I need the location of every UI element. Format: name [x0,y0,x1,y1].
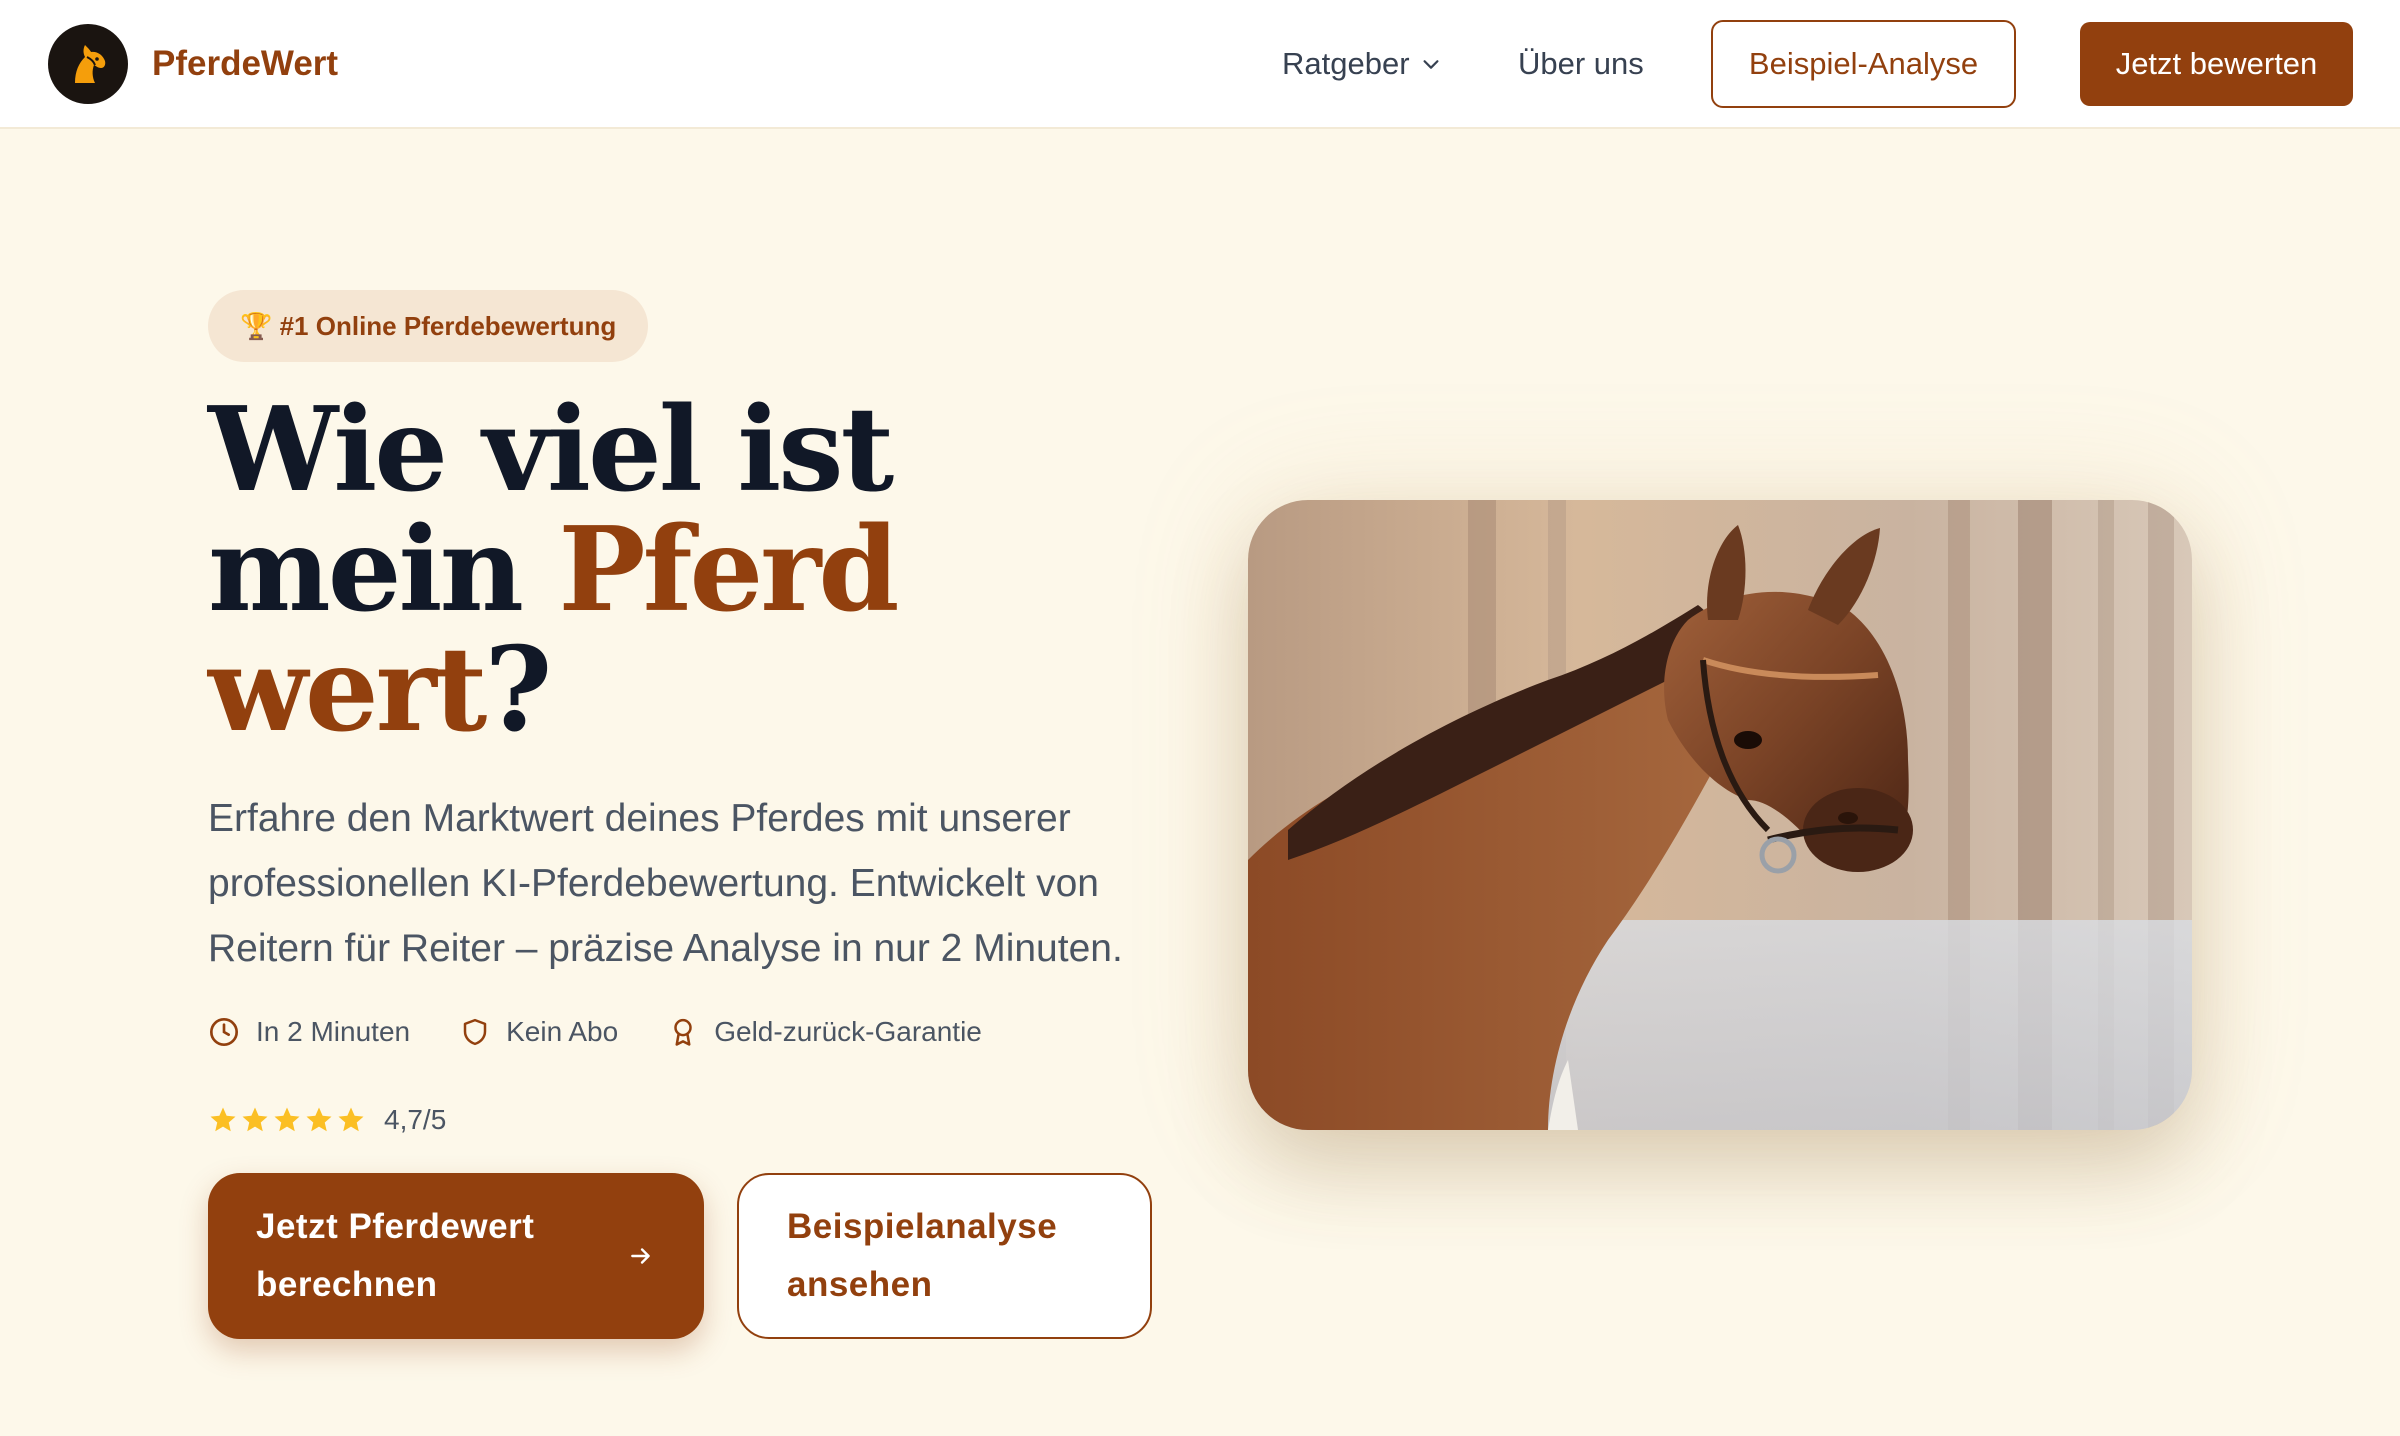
hero-headline: Wie viel ist mein Pferd wert? [208,390,1208,750]
headline-part2: ? [484,622,552,758]
star-icon [210,1107,236,1132]
view-example-analysis-button[interactable]: Beispielanalyse ansehen [737,1173,1152,1339]
feature-item: Geld-zurück-Garantie [668,1010,982,1054]
top-navbar: PferdeWert Ratgeber Über uns Beispiel-An… [0,0,2400,129]
award-icon [674,1018,692,1046]
clock-icon [210,1018,238,1046]
evaluate-now-button[interactable]: Jetzt bewerten [2080,22,2353,106]
star-icon [306,1107,332,1132]
star-rating [208,1105,366,1135]
rating-row: 4,7/5 [208,1098,446,1142]
feature-list: In 2 Minuten Kein Abo Geld-zurück-Garant… [208,1010,982,1054]
nav-ratgeber-label: Ratgeber [1282,46,1410,81]
secondary-button-label: Beispielanalyse ansehen [787,1207,1058,1304]
horse-photo [1248,500,2192,1130]
nav-ueber-uns[interactable]: Über uns [1518,40,1644,88]
horse-logo-icon[interactable] [48,24,128,104]
shield-icon [463,1018,487,1046]
hero-subtext: Erfahre den Marktwert deines Pferdes mit… [208,797,1123,970]
top-badge: 🏆 #1 Online Pferdebewertung [208,290,649,362]
feature-label: Kein Abo [506,1016,619,1047]
example-analysis-button[interactable]: Beispiel-Analyse [1711,20,2016,108]
star-icon [274,1107,300,1132]
calculate-horse-value-button[interactable]: Jetzt Pferdewert berechnen [208,1173,704,1339]
feature-item: Kein Abo [460,1010,618,1054]
feature-label: Geld-zurück-Garantie [714,1016,982,1047]
feature-item: In 2 Minuten [208,1010,410,1054]
brand-name[interactable]: PferdeWert [152,40,338,88]
feature-label: In 2 Minuten [256,1016,411,1047]
chevron-down-icon [1423,60,1439,69]
star-icon [338,1107,364,1132]
primary-button-label: Jetzt Pferdewert berechnen [256,1207,535,1304]
badge-label: 🏆 #1 Online Pferdebewertung [240,310,617,341]
nav-ratgeber-dropdown[interactable]: Ratgeber [1282,40,1442,88]
star-icon [242,1107,268,1132]
rating-value: 4,7/5 [384,1104,447,1135]
arrow-right-icon [631,1248,650,1264]
